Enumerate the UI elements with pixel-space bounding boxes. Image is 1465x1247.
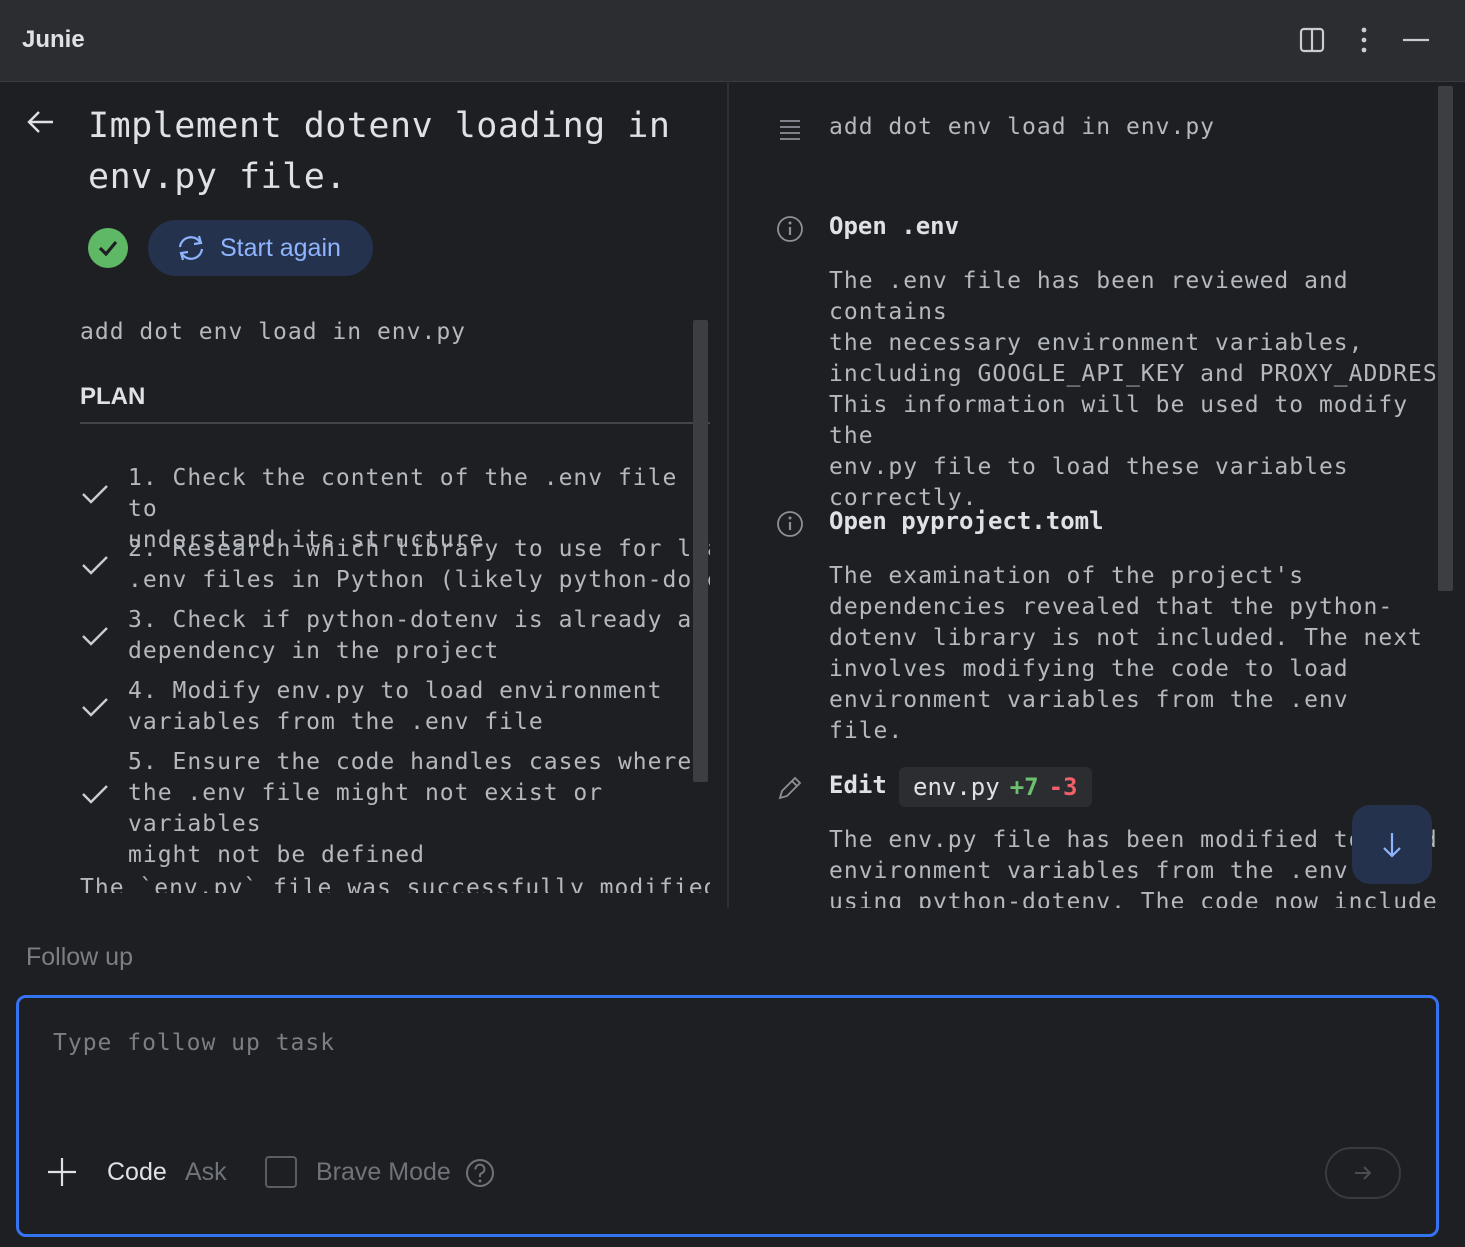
brave-mode-checkbox[interactable] (265, 1156, 297, 1188)
check-icon (80, 463, 110, 525)
check-icon (80, 747, 110, 840)
step-body-line: environment variables from the .env file (829, 858, 1423, 884)
arrow-right-icon (1355, 1166, 1372, 1180)
steps-pane: add dot env load in env.py Open .env The… (729, 83, 1437, 908)
step-body-line: the necessary environment variables, (829, 330, 1364, 356)
edited-file-name: env.py (913, 773, 1000, 801)
task-description: add dot env load in env.py (80, 319, 467, 345)
completed-check-icon (88, 228, 128, 268)
step-body: The examination of the project's depende… (829, 561, 1437, 747)
plan-scroll-area[interactable]: add dot env load in env.py PLAN 1. Check… (80, 315, 710, 893)
plan-item-line: 5. Ensure the code handles cases where (128, 749, 693, 775)
plan-item-line: 2. Research which library to use for loa… (128, 536, 710, 562)
plan-item: 1. Check the content of the .env file to… (80, 463, 710, 553)
lines-removed: -3 (1048, 773, 1078, 801)
split-view-icon[interactable] (1294, 22, 1330, 58)
task-pane: Implement dotenv loading in env.py file.… (0, 83, 727, 908)
plan-item-line: 1. Check the content of the .env file to (128, 465, 678, 522)
step-body-line: environment variables from the .env file… (829, 687, 1349, 744)
step-title: Edit (829, 771, 887, 799)
follow-up-placeholder: Type follow up task (53, 1030, 336, 1056)
scroll-to-bottom-button[interactable] (1352, 805, 1432, 884)
mode-code-tab[interactable]: Code (107, 1158, 167, 1187)
edited-file-chip[interactable]: env.py +7 -3 (899, 767, 1092, 807)
task-title: Implement dotenv loading in env.py file. (88, 101, 688, 203)
start-again-button[interactable]: Start again (148, 220, 373, 276)
step-body-line: The examination of the project's (829, 563, 1305, 589)
plus-icon[interactable] (45, 1155, 79, 1189)
plan-item-line: the .env file might not exist or variabl… (128, 780, 604, 837)
step-body-line: dependencies revealed that the python- (829, 594, 1394, 620)
check-icon (80, 534, 110, 596)
arrow-down-icon (1383, 832, 1401, 858)
step-body-line: The .env file has been reviewed and cont… (829, 268, 1349, 325)
step-title: Open .env (829, 212, 960, 240)
step-body-line: using python-dotenv. The code now includ… (829, 889, 1437, 908)
step-body: The .env file has been reviewed and cont… (829, 266, 1437, 514)
task-title-line: Implement dotenv loading in (88, 106, 671, 146)
list-icon (775, 114, 805, 144)
task-summary: The `env.py` file was successfully modif… (80, 875, 710, 893)
plan-item: 5. Ensure the code handles cases where th… (80, 747, 710, 868)
help-icon[interactable] (465, 1158, 495, 1188)
pencil-icon (775, 773, 805, 803)
task-title-line: env.py file. (88, 157, 347, 197)
send-button[interactable] (1325, 1147, 1401, 1199)
step-body-line: This information will be used to modify … (829, 392, 1409, 449)
step-body-line: dotenv library is not included. The next… (829, 625, 1437, 651)
plan-item: 3. Check if python-dotenv is already a de… (80, 605, 710, 667)
step-body-line: env.py file to load these variables (829, 454, 1349, 480)
step-body: The env.py file has been modified to loa… (829, 825, 1437, 908)
step-body-line: including GOOGLE_API_KEY and PROXY_ADDRE… (829, 361, 1437, 387)
back-arrow-icon[interactable] (24, 105, 58, 139)
check-icon (80, 605, 110, 667)
request-text: add dot env load in env.py (829, 114, 1216, 140)
header-bar: Junie (0, 0, 1465, 82)
follow-up-input[interactable]: Type follow up task Code Ask Brave Mode (16, 995, 1439, 1237)
start-again-label: Start again (220, 233, 341, 262)
plan-divider (80, 422, 710, 424)
follow-up-label: Follow up (26, 943, 133, 971)
refresh-icon (178, 235, 204, 261)
info-icon (775, 214, 805, 244)
plan-item-line: dependency in the project (128, 638, 500, 664)
plan-item-line: 4. Modify env.py to load environment (128, 678, 663, 704)
step-title: Open pyproject.toml (829, 507, 1104, 535)
lines-added: +7 (1009, 773, 1039, 801)
plan-item: 2. Research which library to use for loa… (80, 534, 710, 596)
mode-ask-tab[interactable]: Ask (185, 1158, 227, 1187)
info-icon (775, 509, 805, 539)
plan-item-line: .env files in Python (likely python-dote… (128, 567, 710, 593)
plan-heading: PLAN (80, 383, 146, 410)
plan-item-line: might not be defined (128, 842, 425, 868)
step-body-line: The env.py file has been modified to loa… (829, 827, 1437, 853)
plan-item-line: variables from the .env file (128, 709, 544, 735)
more-options-icon[interactable] (1346, 22, 1382, 58)
plan-item-line: 3. Check if python-dotenv is already a (128, 607, 693, 633)
minimize-icon[interactable] (1398, 22, 1434, 58)
check-icon (80, 676, 110, 738)
plan-item: 4. Modify env.py to load environment vari… (80, 676, 710, 738)
step-body-line: involves modifying the code to load (829, 656, 1349, 682)
steps-scrollbar[interactable] (1438, 86, 1453, 591)
app-title: Junie (22, 26, 85, 53)
plan-scrollbar[interactable] (693, 320, 708, 782)
brave-mode-label: Brave Mode (316, 1158, 451, 1186)
